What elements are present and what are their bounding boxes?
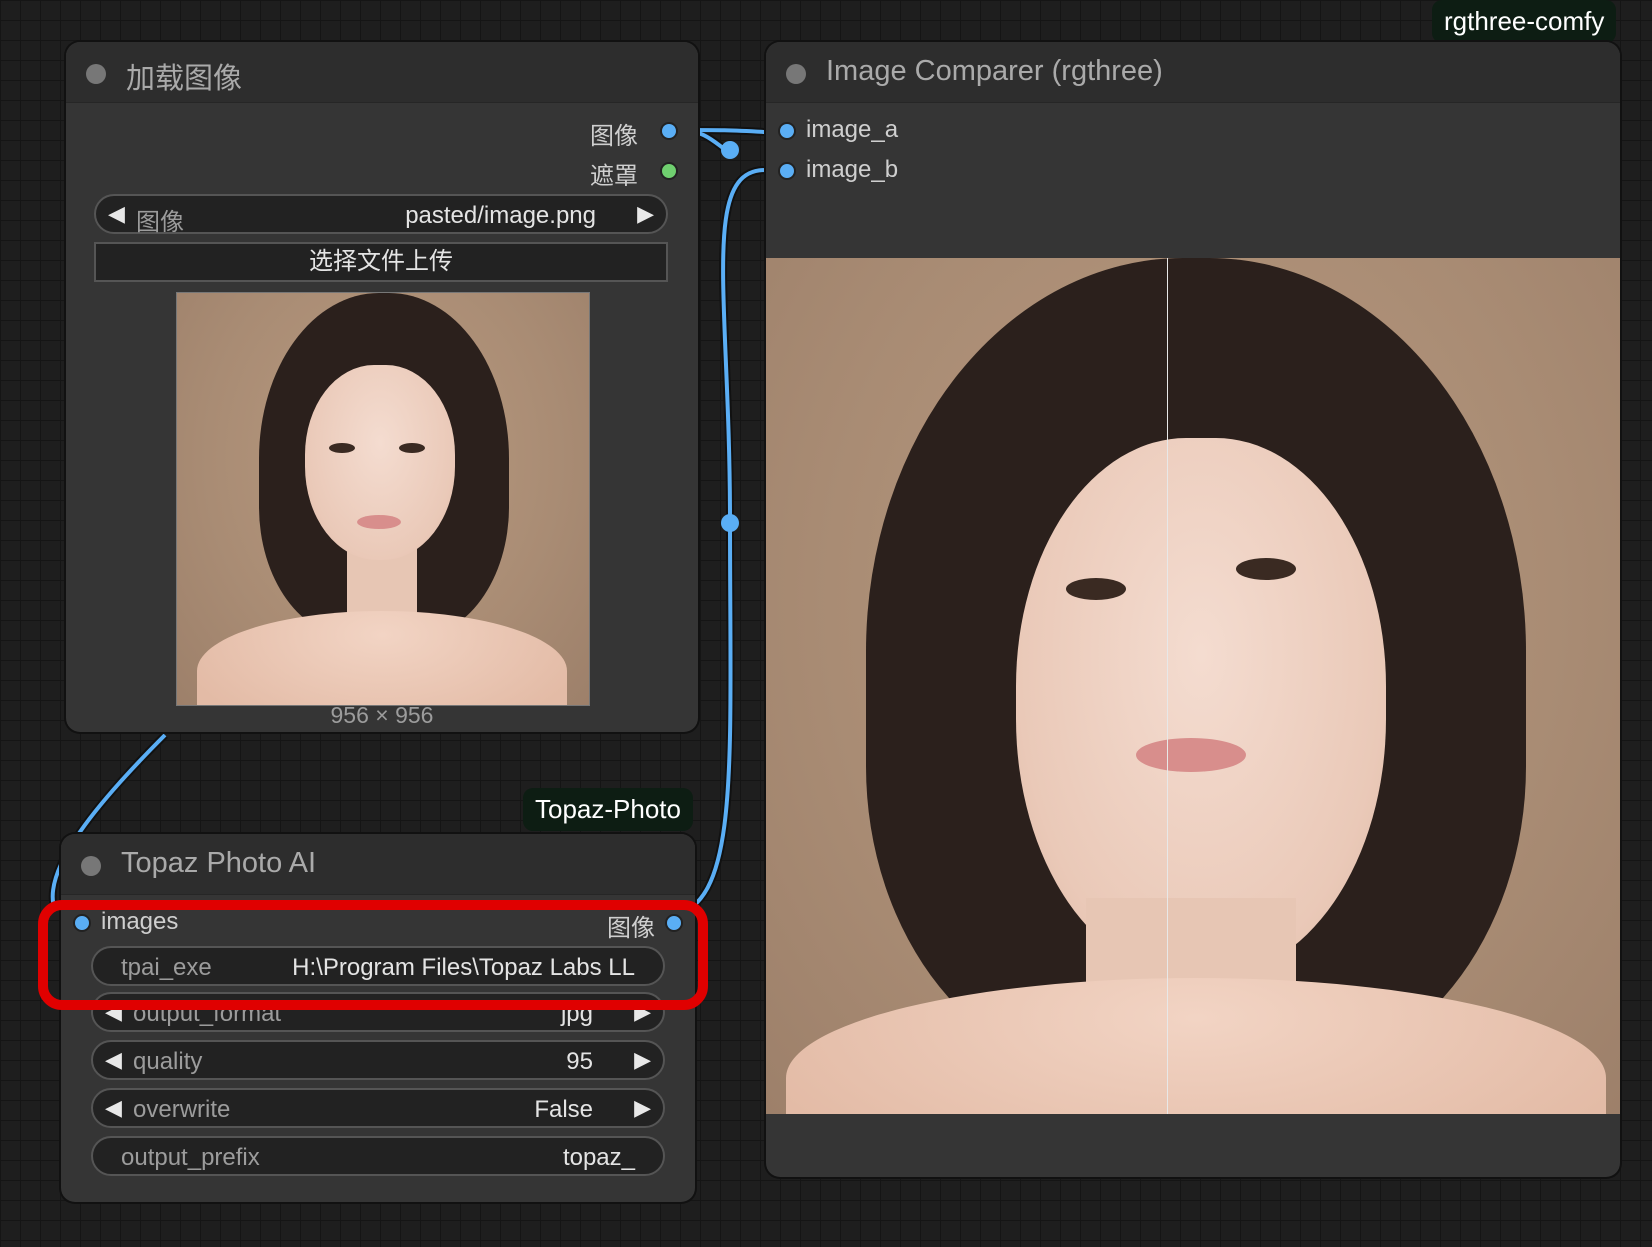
overwrite-widget[interactable]: ◀ overwrite False ▶ bbox=[91, 1088, 665, 1128]
collapse-dot-icon[interactable] bbox=[81, 856, 101, 876]
highlight-box bbox=[38, 900, 708, 1010]
output-mask-slot[interactable] bbox=[660, 162, 678, 180]
rgthree-tag: rgthree-comfy bbox=[1432, 0, 1617, 43]
upload-button[interactable]: 选择文件上传 bbox=[94, 242, 668, 282]
comparer-divider[interactable] bbox=[1167, 258, 1168, 1114]
arrow-right-icon[interactable]: ▶ bbox=[634, 1047, 651, 1073]
node-title: Topaz Photo AI bbox=[121, 847, 317, 879]
output-prefix-widget[interactable]: output_prefix topaz_ bbox=[91, 1136, 665, 1176]
quality-widget[interactable]: ◀ quality 95 ▶ bbox=[91, 1040, 665, 1080]
arrow-left-icon[interactable]: ◀ bbox=[105, 1047, 122, 1073]
link-midpoint bbox=[721, 141, 739, 159]
output-mask-label: 遮罩 bbox=[590, 163, 638, 190]
upload-button-label: 选择文件上传 bbox=[309, 248, 453, 275]
node-title-bar[interactable]: Topaz Photo AI bbox=[61, 834, 695, 895]
topaz-photo-ai-node[interactable]: Topaz Photo AI images 图像 tpai_exe H:\Pro… bbox=[61, 834, 695, 1202]
image-preview bbox=[176, 292, 590, 706]
input-image-a-label: image_a bbox=[806, 116, 899, 143]
node-title: Image Comparer (rgthree) bbox=[826, 55, 1163, 87]
node-title: 加载图像 bbox=[126, 63, 243, 95]
arrow-right-icon[interactable]: ▶ bbox=[637, 201, 654, 227]
arrow-right-icon[interactable]: ▶ bbox=[634, 1095, 651, 1121]
widget-label: output_prefix bbox=[121, 1144, 260, 1171]
link-midpoint bbox=[721, 514, 739, 532]
topaz-photo-tag: Topaz-Photo bbox=[523, 788, 693, 831]
node-title-bar[interactable]: Image Comparer (rgthree) bbox=[766, 42, 1620, 103]
image-size-caption: 956 × 956 bbox=[330, 702, 434, 728]
output-image-slot[interactable] bbox=[660, 122, 678, 140]
widget-value: 95 bbox=[566, 1048, 593, 1075]
input-image-a-slot[interactable] bbox=[778, 122, 796, 140]
widget-value: topaz_ bbox=[562, 1144, 635, 1171]
widget-value: pasted/image.png bbox=[405, 202, 596, 229]
widget-label: 图像 bbox=[136, 209, 184, 236]
widget-label: overwrite bbox=[133, 1096, 231, 1123]
input-image-b-slot[interactable] bbox=[778, 162, 796, 180]
output-image-label: 图像 bbox=[590, 123, 638, 150]
comparer-preview[interactable] bbox=[766, 258, 1620, 1114]
collapse-dot-icon[interactable] bbox=[86, 64, 106, 84]
image-combo-widget[interactable]: ◀ 图像 pasted/image.png ▶ bbox=[94, 194, 668, 236]
node-title-bar[interactable]: 加载图像 bbox=[66, 42, 698, 103]
arrow-left-icon[interactable]: ◀ bbox=[108, 201, 125, 227]
widget-value: False bbox=[534, 1096, 593, 1123]
collapse-dot-icon[interactable] bbox=[786, 64, 806, 84]
input-image-b-label: image_b bbox=[806, 156, 899, 183]
load-image-node[interactable]: 加载图像 图像 遮罩 ◀ 图像 pasted/image.png ▶ 选择文件上… bbox=[66, 42, 698, 732]
widget-label: quality bbox=[133, 1048, 203, 1075]
arrow-left-icon[interactable]: ◀ bbox=[105, 1095, 122, 1121]
image-comparer-node[interactable]: Image Comparer (rgthree) image_a image_b bbox=[766, 42, 1620, 1177]
